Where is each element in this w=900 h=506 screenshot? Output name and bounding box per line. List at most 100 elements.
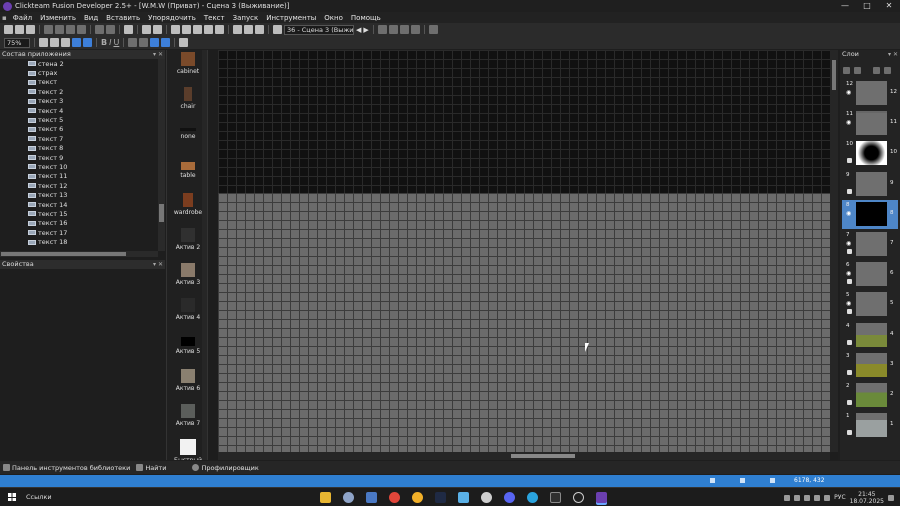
panel-pin-close-icon[interactable]: ▾ ✕ (888, 50, 898, 59)
lock-icon[interactable] (847, 158, 852, 164)
grid-icon[interactable] (61, 38, 70, 47)
close-button[interactable]: ✕ (878, 0, 900, 12)
eye-icon[interactable]: ◉ (846, 119, 851, 126)
tree-item[interactable]: текст 6 (0, 125, 158, 134)
eye-icon[interactable]: ◉ (846, 89, 851, 96)
library-item[interactable]: table (167, 158, 207, 179)
library-item[interactable]: Быстрый (167, 439, 207, 460)
frame-setup-icon[interactable] (273, 25, 282, 34)
next-frame-icon[interactable]: ▶ (363, 26, 368, 34)
eye-icon[interactable]: ◉ (846, 270, 851, 277)
menu-edit[interactable]: Изменить (36, 14, 80, 22)
new-file-icon[interactable] (4, 25, 13, 34)
frame-outside-area[interactable] (218, 50, 830, 193)
event-list-icon[interactable] (204, 25, 213, 34)
file-explorer-icon[interactable] (320, 492, 331, 503)
tree-item[interactable]: текст 18 (0, 237, 158, 246)
layer-row[interactable]: 6 ◉ 6 (842, 260, 898, 289)
menu-view[interactable]: Вид (80, 14, 102, 22)
lock-icon[interactable] (847, 369, 852, 375)
tree-item[interactable]: текст 12 (0, 181, 158, 190)
discord-icon[interactable] (504, 492, 515, 503)
text-color-icon[interactable] (128, 38, 138, 47)
layer-row[interactable]: 5 ◉ 5 (842, 290, 898, 319)
lock-icon[interactable] (847, 339, 852, 345)
group-icon[interactable] (410, 25, 420, 34)
open-file-icon[interactable] (15, 25, 24, 34)
notifications-icon[interactable] (888, 494, 894, 501)
tree-item[interactable]: текст 3 (0, 97, 158, 106)
tree-item[interactable]: текст 16 (0, 219, 158, 228)
menu-help[interactable]: Помощь (347, 14, 385, 22)
scroll-thumb[interactable] (1, 252, 126, 256)
menu-file[interactable]: Файл (9, 14, 36, 22)
chrome-icon[interactable] (412, 492, 423, 503)
distribute-icon[interactable] (388, 25, 398, 34)
run-frame-icon[interactable] (244, 25, 253, 34)
lock-icon[interactable] (847, 430, 852, 436)
build-icon[interactable] (255, 25, 264, 34)
frame-play-area[interactable] (218, 193, 830, 452)
redo-icon[interactable] (106, 25, 115, 34)
tree-item[interactable]: текст 14 (0, 200, 158, 209)
tree-horizontal-scrollbar[interactable] (0, 251, 158, 257)
tree-vertical-scrollbar[interactable] (158, 59, 165, 251)
undo-icon[interactable] (95, 25, 104, 34)
tree-item[interactable]: текст 13 (0, 190, 158, 199)
scroll-thumb[interactable] (511, 454, 575, 458)
menu-arrange[interactable]: Упорядочить (144, 14, 200, 22)
tab-find[interactable]: Найти (133, 464, 169, 472)
layer-row[interactable]: 11 ◉ 11 (842, 109, 898, 138)
lock-icon[interactable] (847, 188, 852, 194)
tree-item[interactable]: текст 7 (0, 134, 158, 143)
library-item[interactable]: Актив 2 (167, 228, 207, 251)
library-item[interactable]: chair (167, 87, 207, 110)
layer-row[interactable]: 11 (842, 411, 898, 440)
copy-icon[interactable] (55, 25, 64, 34)
tree-item[interactable]: текст (0, 78, 158, 87)
menu-insert[interactable]: Вставить (102, 14, 144, 22)
eye-icon[interactable]: ◉ (846, 300, 851, 307)
tab-profiler[interactable]: Профилировщик (189, 464, 261, 472)
layer-row[interactable]: 10 10 (842, 139, 898, 168)
library-item[interactable]: Актив 6 (167, 368, 207, 392)
save-icon[interactable] (26, 25, 35, 34)
library-item[interactable]: Актив 3 (167, 263, 207, 286)
show-grid-icon[interactable] (83, 38, 92, 47)
delete-layer-icon[interactable] (854, 67, 861, 74)
library-item[interactable]: none (167, 122, 207, 140)
library-item[interactable]: Актив 4 (167, 298, 207, 321)
windows-start-icon[interactable] (8, 493, 16, 501)
menu-run[interactable]: Запуск (229, 14, 263, 22)
italic-button[interactable]: I (109, 38, 111, 47)
paste-icon[interactable] (66, 25, 75, 34)
help-icon[interactable] (124, 25, 133, 34)
library-scrollbar[interactable] (202, 50, 207, 460)
search-icon[interactable] (179, 38, 189, 47)
input-language[interactable]: РУС (834, 494, 845, 501)
taskbar-search[interactable]: Ссылки (26, 493, 52, 501)
prev-frame-icon[interactable]: ◀ (356, 26, 361, 34)
event-editor-icon[interactable] (193, 25, 202, 34)
library-item[interactable]: Актив 7 (167, 404, 207, 427)
clickteam-fusion-icon[interactable] (596, 492, 607, 503)
lock-icon[interactable] (847, 309, 852, 315)
tab-library-toolbar[interactable]: Панель инструментов библиотеки (0, 464, 133, 472)
order-icon[interactable] (399, 25, 409, 34)
taskbar-clock[interactable]: 21:45 18.07.2025 (850, 491, 884, 505)
tree-item[interactable]: стена 2 (0, 59, 158, 68)
align-icon[interactable] (377, 25, 387, 34)
snap-grid-icon[interactable] (72, 38, 81, 47)
minimize-button[interactable]: — (834, 0, 856, 12)
scroll-thumb[interactable] (832, 60, 836, 90)
frame-canvas[interactable] (218, 50, 830, 452)
eye-icon[interactable]: ◉ (846, 210, 851, 217)
run-application-icon[interactable] (233, 25, 242, 34)
app-icon[interactable] (458, 492, 469, 503)
tree-item[interactable]: текст 8 (0, 144, 158, 153)
app-icon[interactable] (343, 492, 354, 503)
tree-item[interactable]: текст 15 (0, 209, 158, 218)
layer-row[interactable]: 33 (842, 351, 898, 380)
steam-icon[interactable] (573, 492, 584, 503)
align-right-icon[interactable] (161, 38, 171, 47)
